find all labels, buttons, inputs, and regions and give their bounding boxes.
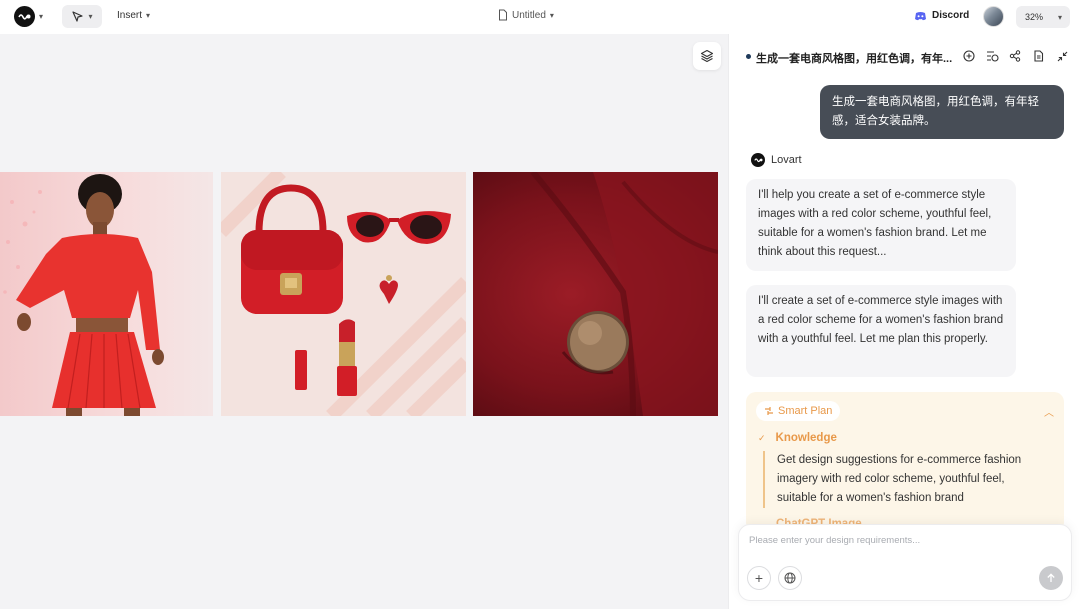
plus-icon: + — [754, 570, 764, 586]
generated-image-accessories[interactable] — [221, 172, 466, 416]
history-list-icon — [986, 51, 999, 62]
user-avatar[interactable] — [983, 6, 1004, 27]
top-toolbar: ▾ ▾ Insert ▾ Untitled ▾ Discord 32% ▾ — [0, 0, 1080, 34]
chevron-down-icon: ▾ — [146, 11, 151, 20]
send-button[interactable] — [1039, 566, 1063, 590]
zoom-level: 32% — [1025, 12, 1044, 22]
lovart-logo-icon — [751, 153, 765, 167]
bot-name-label: Lovart — [771, 154, 802, 166]
plan-icon — [765, 407, 773, 415]
export-button[interactable] — [1031, 49, 1045, 63]
plan-step-title: Knowledge — [775, 432, 837, 444]
generated-image-fabric-detail[interactable] — [473, 172, 718, 416]
chevron-down-icon: ▾ — [88, 12, 93, 21]
chevron-down-icon: ▾ — [1057, 12, 1062, 22]
chevron-down-icon: ▾ — [549, 10, 554, 20]
app-menu-button[interactable]: ▾ — [14, 6, 43, 27]
share-button[interactable] — [1008, 49, 1022, 63]
lovart-logo-icon — [14, 6, 35, 27]
history-button[interactable] — [985, 49, 999, 63]
plan-step-description: Get design suggestions for e-commerce fa… — [763, 451, 1043, 508]
insert-menu-button[interactable]: Insert ▾ — [117, 10, 150, 21]
chat-panel: 生成一套电商风格图，用红色调，有年... 生成一套电商风格图，用红色调，有年轻感… — [728, 34, 1080, 609]
design-requirements-input[interactable] — [749, 535, 1049, 546]
plus-circle-icon — [963, 50, 975, 62]
web-search-button[interactable] — [778, 566, 802, 590]
bot-message: I'll help you create a set of e-commerce… — [746, 179, 1016, 271]
minimize-icon — [1057, 51, 1067, 61]
zoom-control[interactable]: 32% ▾ — [1016, 6, 1070, 28]
select-tool-button[interactable]: ▾ — [62, 5, 102, 28]
chevron-down-icon: ▾ — [39, 12, 44, 21]
generated-image-model[interactable] — [0, 172, 213, 416]
check-icon: ✓ — [758, 432, 766, 443]
cursor-icon — [72, 11, 84, 22]
new-chat-button[interactable] — [962, 49, 976, 63]
smart-plan-badge: Smart Plan — [756, 401, 841, 421]
chat-header: 生成一套电商风格图，用红色调，有年... — [729, 34, 1080, 78]
status-dot — [746, 54, 751, 59]
collapse-panel-button[interactable] — [1055, 49, 1069, 63]
accessories-illustration — [221, 172, 466, 416]
chat-input-box: + — [738, 524, 1072, 601]
chat-title[interactable]: 生成一套电商风格图，用红色调，有年... — [756, 50, 956, 66]
discord-button[interactable]: Discord — [914, 10, 969, 21]
chevron-up-icon[interactable]: ︿ — [1044, 404, 1054, 419]
add-attachment-button[interactable]: + — [747, 566, 771, 590]
arrow-up-icon — [1047, 573, 1055, 582]
model-illustration — [3, 174, 164, 416]
discord-label: Discord — [932, 10, 970, 21]
insert-label: Insert — [117, 10, 143, 21]
discord-icon — [915, 11, 926, 20]
document-icon — [499, 9, 507, 21]
document-title-button[interactable]: Untitled ▾ — [498, 9, 554, 21]
smart-plan-label: Smart Plan — [778, 405, 833, 417]
plan-step-knowledge[interactable]: ✓ Knowledge — [758, 432, 837, 444]
layers-button[interactable] — [693, 42, 721, 70]
bot-message: I'll create a set of e-commerce style im… — [746, 285, 1016, 377]
share-icon — [1009, 50, 1021, 62]
document-title: Untitled — [512, 9, 546, 21]
globe-icon — [784, 572, 796, 584]
bot-identity: Lovart — [751, 153, 802, 167]
fabric-illustration — [530, 172, 718, 416]
file-copy-icon — [1033, 50, 1043, 62]
user-message: 生成一套电商风格图，用红色调，有年轻感，适合女装品牌。 — [820, 85, 1064, 139]
smart-plan-card: Smart Plan ︿ ✓ Knowledge Get design sugg… — [746, 392, 1064, 532]
layers-icon — [700, 49, 714, 63]
